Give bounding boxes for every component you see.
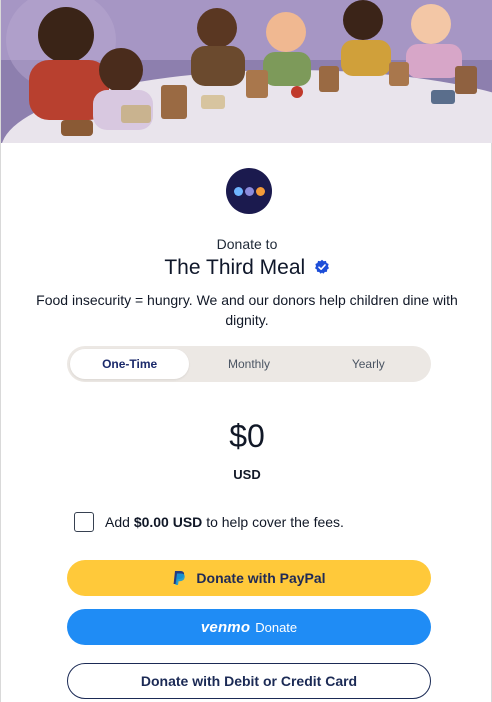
venmo-donate-button[interactable]: venmo Donate [67,609,431,645]
card-donate-button[interactable]: Donate with Debit or Credit Card [67,663,431,699]
paypal-icon [174,571,186,585]
venmo-logo: venmo [200,618,251,636]
logo-dot [244,186,254,196]
tab-yearly[interactable]: Yearly [309,349,428,379]
frequency-selector: One-Time Monthly Yearly [67,346,431,382]
org-logo [226,168,272,214]
verified-badge-icon [314,259,329,274]
cover-fees-amount: $0.00 USD [133,514,203,530]
org-title-row: The Third Meal [1,256,492,280]
venmo-button-label: Donate [255,619,298,635]
cover-fees-prefix: Add [105,514,130,530]
donation-amount[interactable]: $0 [1,418,492,455]
org-tagline: Food insecurity = hungry. We and our don… [36,292,458,328]
paypal-button-label: Donate with PayPal [196,570,326,586]
paypal-donate-button[interactable]: Donate with PayPal [67,560,431,596]
cover-fees-row[interactable]: Add $0.00 USD to help cover the fees. [74,511,344,533]
logo-dot [255,186,265,196]
card-button-label: Donate with Debit or Credit Card [140,673,358,689]
cover-fees-suffix: to help cover the fees. [206,514,344,530]
logo-dot [233,186,243,196]
cover-fees-label: Add $0.00 USD to help cover the fees. [105,514,344,530]
org-name: The Third Meal [164,256,306,279]
cover-fees-checkbox[interactable] [74,512,94,532]
banner-illustration [1,0,492,143]
donate-to-label: Donate to [216,236,278,252]
tab-monthly[interactable]: Monthly [189,349,308,379]
tab-one-time[interactable]: One-Time [70,349,190,379]
currency-label: USD [233,467,261,482]
donation-form: Donate to The Third Meal Food insecurity… [0,0,492,702]
